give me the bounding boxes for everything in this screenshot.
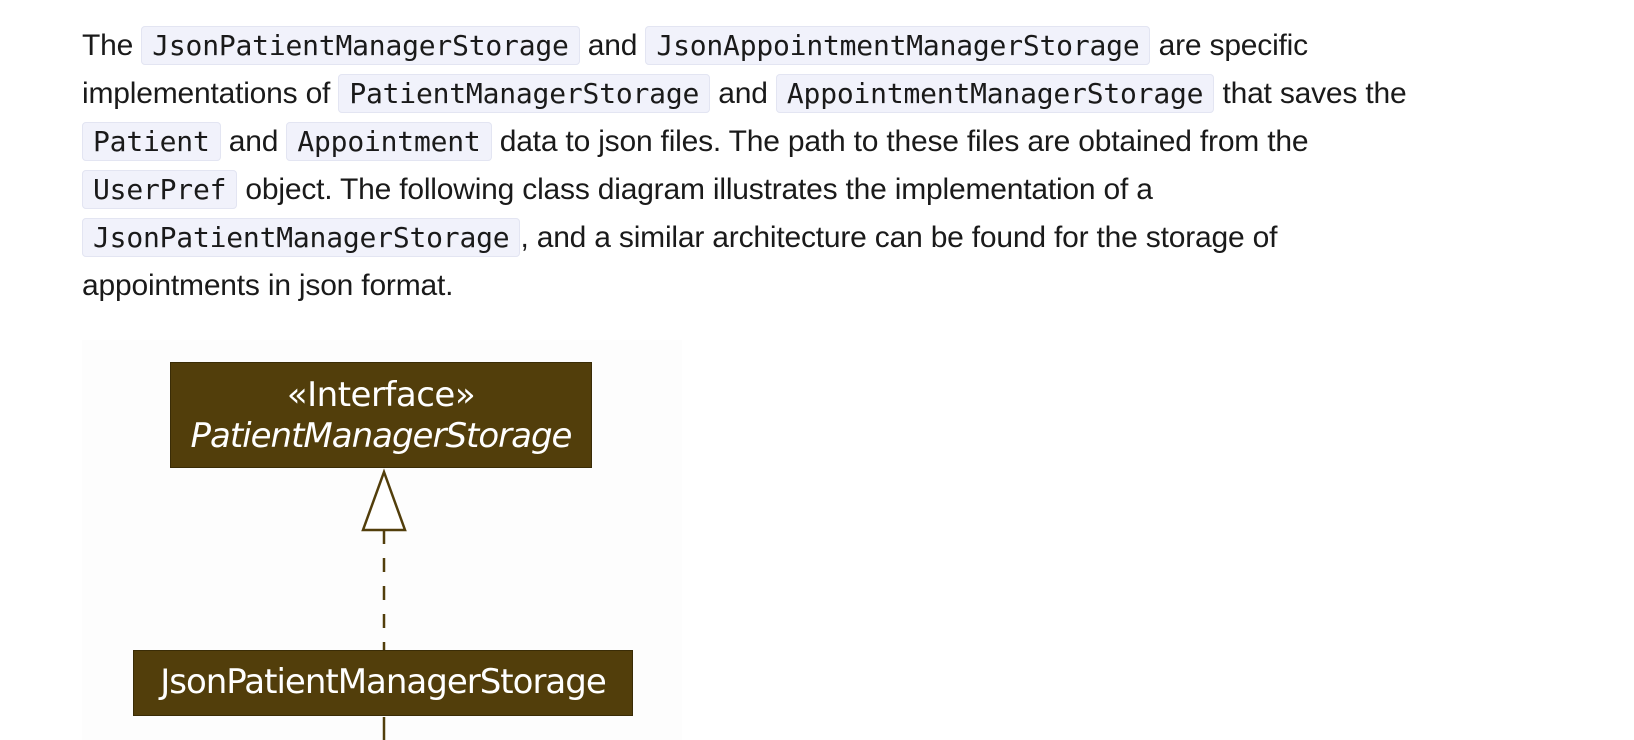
inline-code: UserPref [82, 170, 238, 209]
text-segment: object. The following class diagram illu… [237, 173, 1153, 206]
class-diagram: «Interface» PatientManagerStorage JsonPa… [82, 340, 682, 740]
paragraph-line-3: Patient and Appointment data to json fil… [82, 118, 1622, 166]
interface-class-box: «Interface» PatientManagerStorage [170, 362, 592, 468]
interface-name: PatientManagerStorage [190, 416, 573, 456]
interface-stereotype: «Interface» [286, 375, 476, 415]
inline-code: JsonAppointmentManagerStorage [645, 26, 1151, 65]
inline-code: JsonPatientManagerStorage [82, 218, 521, 257]
inline-code: Patient [82, 122, 221, 161]
description-paragraph: The JsonPatientManagerStorage and JsonAp… [82, 22, 1622, 310]
text-segment: are specific [1150, 29, 1309, 62]
text-segment: appointments in json format. [82, 269, 454, 302]
implementation-class-box: JsonPatientManagerStorage [133, 650, 633, 716]
inline-code: JsonPatientManagerStorage [141, 26, 580, 65]
paragraph-line-5: JsonPatientManagerStorage, and a similar… [82, 214, 1622, 262]
realization-arrowhead [361, 468, 407, 532]
paragraph-line-1: The JsonPatientManagerStorage and JsonAp… [82, 22, 1622, 70]
text-segment: and [710, 77, 776, 110]
paragraph-line-2: implementations of PatientManagerStorage… [82, 70, 1622, 118]
text-segment: data to json files. The path to these fi… [491, 125, 1309, 158]
text-segment: implementations of [82, 77, 339, 110]
inline-code: Appointment [286, 122, 492, 161]
paragraph-line-4: UserPref object. The following class dia… [82, 166, 1622, 214]
text-segment: and [579, 29, 646, 62]
text-segment: and [220, 125, 287, 158]
text-segment: that saves the [1214, 77, 1407, 110]
paragraph-line-6: appointments in json format. [82, 262, 1622, 310]
implementation-name: JsonPatientManagerStorage [160, 662, 607, 702]
inline-code: PatientManagerStorage [338, 74, 711, 113]
text-segment: The [82, 29, 142, 62]
text-segment: , and a similar architecture can be foun… [520, 221, 1278, 254]
inline-code: AppointmentManagerStorage [775, 74, 1215, 113]
